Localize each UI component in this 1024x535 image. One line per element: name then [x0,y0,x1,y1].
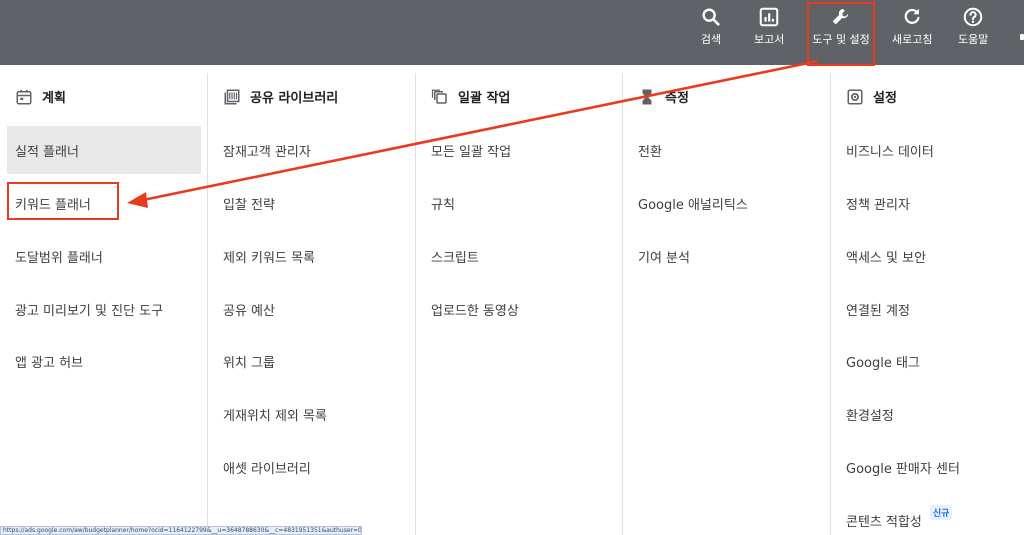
search-label: 검색 [700,33,722,46]
measurement-heading-label: 측정 [665,91,689,106]
conversions-item[interactable]: 전환 [630,126,824,174]
planning-heading: 계획 [15,87,66,106]
all-bulk-actions-item[interactable]: 모든 일괄 작업 [423,126,617,174]
uploaded-videos-item[interactable]: 업로드한 동영상 [423,285,617,333]
performance-planner-item[interactable]: 실적 플래너 [7,126,201,174]
measurement-column: 측정 전환 Google 애널리틱스 기여 분석 [622,73,831,535]
refresh-icon [904,8,920,24]
merchant-center-item[interactable]: Google 판매자 센터 [838,443,1024,491]
search-icon [702,8,720,26]
content-suitability-item[interactable]: 콘텐츠 적합성 신규 [838,496,1024,535]
placement-exclusion-lists-item[interactable]: 게재위치 제외 목록 [215,390,409,438]
shared-library-heading-label: 공유 라이브러리 [250,91,339,106]
shared-library-heading: 공유 라이브러리 [223,87,338,106]
refresh-button[interactable]: 새로고침 [892,6,932,46]
google-analytics-item[interactable]: Google 애널리틱스 [630,179,824,227]
bulk-actions-heading: 일괄 작업 [431,87,510,106]
search-button[interactable]: 검색 [700,6,722,46]
shared-budgets-item[interactable]: 공유 예산 [215,285,409,333]
audience-manager-item[interactable]: 잠재고객 관리자 [215,126,409,174]
setup-heading: 설정 [846,87,897,106]
scripts-item[interactable]: 스크립트 [423,232,617,280]
help-button[interactable]: 도움말 [958,6,988,46]
bulk-actions-column: 일괄 작업 모든 일괄 작업 규칙 스크립트 업로드한 동영상 [415,73,623,535]
shared-library-column: 공유 라이브러리 잠재고객 관리자 입찰 전략 제외 키워드 목록 공유 예산 … [207,73,416,535]
reports-button[interactable]: 보고서 [754,6,784,46]
reach-planner-item[interactable]: 도달범위 플래너 [7,232,201,280]
tools-highlight-box [807,2,875,66]
bulk-actions-icon [431,88,449,106]
planning-heading-label: 계획 [42,91,66,106]
preferences-item[interactable]: 환경설정 [838,390,1024,438]
status-bar-url: https://ads.google.com/aw/budgetplanner/… [0,526,362,535]
linked-accounts-item[interactable]: 연결된 계정 [838,285,1024,333]
overflow-icon[interactable] [1020,34,1024,40]
help-label: 도움말 [958,33,989,46]
bulk-actions-heading-label: 일괄 작업 [458,91,511,106]
setup-heading-label: 설정 [873,91,897,106]
location-groups-item[interactable]: 위치 그룹 [215,337,409,385]
ad-preview-diagnosis-item[interactable]: 광고 미리보기 및 진단 도구 [7,285,201,333]
keyword-planner-highlight-box [7,182,119,220]
attribution-item[interactable]: 기여 분석 [630,232,824,280]
help-icon [963,7,983,27]
rules-item[interactable]: 규칙 [423,179,617,227]
refresh-label: 새로고침 [892,33,933,46]
calendar-icon [15,88,33,106]
app-ad-hub-item[interactable]: 앱 광고 허브 [7,337,201,385]
measurement-heading: 측정 [638,87,689,106]
asset-library-item[interactable]: 애셋 라이브러리 [215,443,409,491]
reports-label: 보고서 [754,33,785,46]
library-icon [223,88,241,106]
tools-menu-panel: 계획 실적 플래너 키워드 플래너 도달범위 플래너 광고 미리보기 및 진단 … [0,65,1024,535]
planning-column: 계획 실적 플래너 키워드 플래너 도달범위 플래너 광고 미리보기 및 진단 … [0,73,207,535]
google-tag-item[interactable]: Google 태그 [838,337,1024,385]
bid-strategies-item[interactable]: 입찰 전략 [215,179,409,227]
settings-icon [846,88,864,106]
access-security-item[interactable]: 액세스 및 보안 [838,232,1024,280]
policy-manager-item[interactable]: 정책 관리자 [838,179,1024,227]
hourglass-icon [638,88,656,106]
reports-icon [759,7,779,27]
content-suitability-label: 콘텐츠 적합성 [846,514,922,530]
business-data-item[interactable]: 비즈니스 데이터 [838,126,1024,174]
new-badge: 신규 [929,504,953,520]
negative-keyword-lists-item[interactable]: 제외 키워드 목록 [215,232,409,280]
setup-column: 설정 비즈니스 데이터 정책 관리자 액세스 및 보안 연결된 계정 Googl… [830,73,1024,535]
